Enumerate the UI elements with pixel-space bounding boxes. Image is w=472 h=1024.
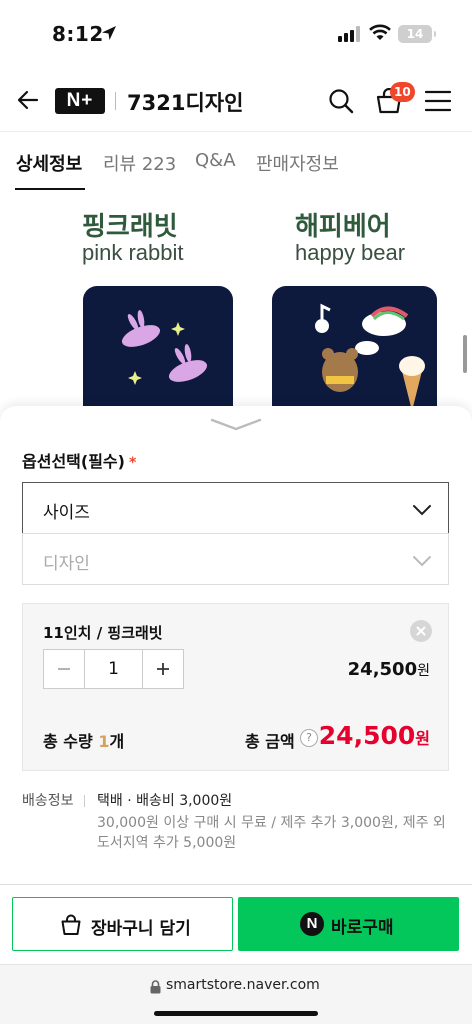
cart-count-badge: 10	[390, 82, 415, 102]
buy-now-label: 바로구매	[331, 918, 394, 938]
total-quantity-label: 총 수량	[43, 732, 93, 751]
product-title-pink-rabbit: 핑크래빗	[82, 212, 178, 242]
clock: 8:12	[52, 22, 104, 46]
option-price: 24,500원	[348, 659, 430, 680]
total-quantity: 총 수량 1개	[43, 728, 124, 752]
back-arrow-icon[interactable]	[16, 88, 40, 116]
selected-option-item: 11인치 / 핑크래빗 1 24,500원	[22, 603, 449, 708]
location-arrow-icon	[100, 24, 118, 46]
product-subtitle-pink-rabbit: pink rabbit	[82, 240, 184, 265]
app-header: N+ 7321디자인 10	[0, 70, 472, 132]
add-to-cart-label: 장바구니 담기	[91, 919, 191, 939]
tab-reviews[interactable]: 리뷰 223	[103, 150, 176, 176]
option-price-value: 24,500	[347, 659, 418, 680]
shipping-label: 배송정보	[22, 793, 74, 809]
wifi-icon	[369, 24, 391, 46]
total-quantity-unit: 개	[109, 732, 125, 751]
status-bar: 8:12 14	[0, 0, 472, 70]
shipping-note: 30,000원 이상 구매 시 무료 / 제주 추가 3,000원, 제주 외 …	[97, 815, 446, 851]
chevron-down-icon	[412, 552, 432, 571]
sheet-collapse-chevron-icon[interactable]	[210, 416, 262, 436]
url-text: smartstore.naver.com	[166, 977, 320, 993]
increase-quantity-button[interactable]	[143, 650, 183, 688]
page-scrollbar[interactable]	[463, 335, 467, 373]
store-name[interactable]: 7321디자인	[127, 87, 243, 117]
option-price-unit: 원	[417, 663, 430, 679]
tab-qna[interactable]: Q&A	[195, 150, 236, 171]
cellular-signal-icon	[338, 26, 360, 46]
battery-level: 14	[406, 27, 424, 41]
header-divider	[115, 92, 116, 110]
shopping-bag-icon	[60, 914, 82, 940]
shipping-separator	[84, 795, 85, 807]
search-icon[interactable]	[328, 88, 354, 118]
total-amount: 24,500원	[319, 721, 430, 750]
happy-bear-pouch-image	[272, 286, 437, 420]
purchase-action-bar: 장바구니 담기 N 바로구매	[0, 884, 472, 964]
option-label-text: 옵션선택(필수)	[22, 452, 125, 471]
product-tabs: 상세정보 리뷰 223 Q&A 판매자정보	[0, 132, 472, 190]
naver-n-icon: N	[300, 912, 324, 936]
battery-icon: 14	[398, 25, 436, 43]
buy-now-button[interactable]: N 바로구매	[238, 897, 459, 951]
plus-icon	[157, 663, 169, 675]
home-indicator[interactable]	[154, 1011, 318, 1016]
size-select-value: 사이즈	[43, 503, 90, 523]
help-question-icon[interactable]: ?	[300, 729, 318, 747]
product-title-happy-bear: 해피베어	[295, 212, 391, 242]
quantity-input[interactable]: 1	[84, 650, 143, 688]
remove-option-button[interactable]	[410, 620, 432, 642]
product-subtitle-happy-bear: happy bear	[295, 240, 406, 265]
selected-option-name: 11인치 / 핑크래빗	[43, 624, 163, 642]
design-select-value: 디자인	[43, 554, 90, 574]
lock-icon	[150, 979, 161, 998]
shipping-fee: 택배 · 배송비 3,000원	[97, 793, 233, 809]
naver-plus-logo[interactable]: N+	[55, 88, 105, 114]
product-detail-image: 핑크래빗 pink rabbit 해피베어 happy bear	[0, 190, 472, 420]
size-select[interactable]: 사이즈	[22, 482, 449, 534]
quantity-stepper: 1	[43, 649, 184, 689]
order-total: 총 수량 1개 총 금액 ? 24,500원	[22, 707, 449, 771]
design-select[interactable]: 디자인	[22, 533, 449, 585]
decrease-quantity-button[interactable]	[44, 650, 84, 688]
total-quantity-value: 1	[98, 732, 110, 751]
tab-seller-info[interactable]: 판매자정보	[256, 150, 339, 176]
total-amount-value: 24,500	[318, 721, 416, 750]
total-amount-label: 총 금액	[245, 732, 295, 751]
required-mark: *	[128, 455, 137, 471]
tab-details[interactable]: 상세정보	[16, 150, 82, 176]
hamburger-menu-icon[interactable]	[424, 90, 452, 116]
total-amount-unit: 원	[415, 729, 430, 748]
option-section-label: 옵션선택(필수) *	[22, 448, 136, 472]
chevron-down-icon	[412, 501, 432, 520]
close-icon	[416, 626, 426, 636]
pink-rabbit-pouch-image	[83, 286, 233, 420]
minus-icon	[58, 668, 70, 670]
add-to-cart-button[interactable]: 장바구니 담기	[12, 897, 233, 951]
